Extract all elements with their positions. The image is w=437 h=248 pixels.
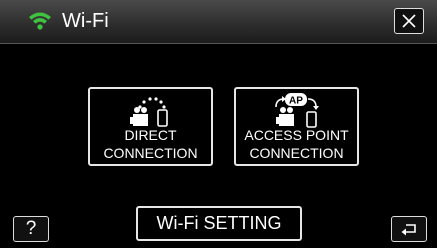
close-icon [402,14,416,28]
access-point-connection-button[interactable]: AP ACCESS POINT CONNECTION [234,87,359,166]
title-bar: Wi-Fi [0,0,437,44]
wifi-screen: Wi-Fi DIRECT CONNECTION AP ACCESS POINT … [0,0,437,248]
direct-connection-button[interactable]: DIRECT CONNECTION [88,87,213,166]
tile-label-line2: CONNECTION [103,145,198,161]
access-point-icon: AP [275,93,319,128]
help-button[interactable]: ? [13,216,49,242]
wifi-icon [29,12,51,30]
wifi-setting-button[interactable]: Wi-Fi SETTING [136,206,302,241]
tile-label-line2: CONNECTION [249,145,344,161]
tile-label-line1: DIRECT [124,127,177,143]
return-icon [401,224,416,236]
close-button[interactable] [394,8,424,34]
camera-to-phone-icon [130,97,168,127]
tile-label-line1: ACCESS POINT [244,127,349,143]
ap-badge-text: AP [289,96,303,107]
back-button[interactable] [391,216,427,242]
page-title: Wi-Fi [62,10,109,32]
